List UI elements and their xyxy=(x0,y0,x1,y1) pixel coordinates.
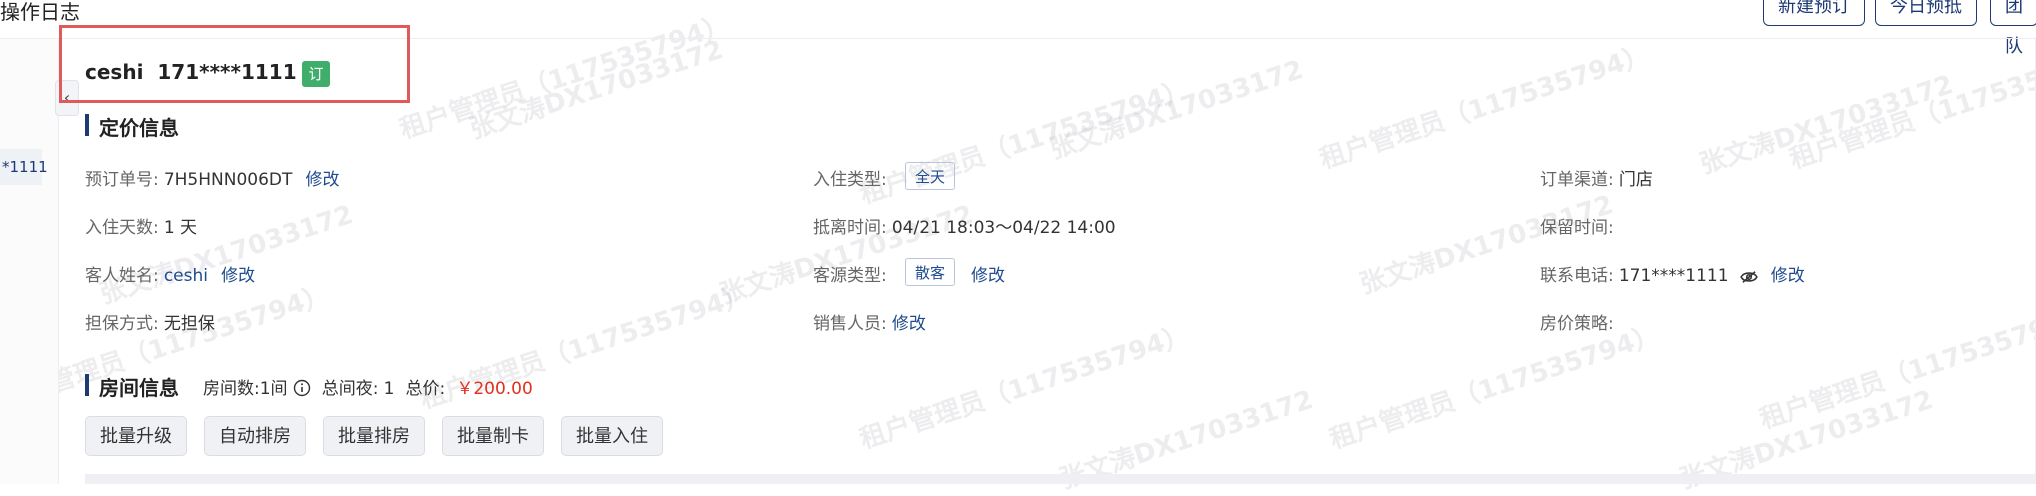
rate-policy-field: 房价策略: xyxy=(1540,309,1614,334)
watermark-text: 租户管理员（117535794） xyxy=(1756,300,2036,436)
arrive-depart-label: 抵离时间: xyxy=(813,218,887,238)
contact-phone-value: 171****1111 xyxy=(1618,266,1729,286)
info-icon[interactable] xyxy=(293,379,311,401)
nights-field: 入住天数: 1 天 xyxy=(85,213,197,238)
total-price-value: ￥200.00 xyxy=(456,379,533,399)
booking-no-field: 预订单号: 7H5HNN006DT 修改 xyxy=(85,165,339,190)
sales-field: 销售人员: 修改 xyxy=(813,309,926,334)
guest-name-field: 客人姓名: ceshi 修改 xyxy=(85,261,255,286)
watermark-text: 租户管理员（117535794） xyxy=(856,75,1194,211)
guest-name: ceshi xyxy=(85,60,144,84)
edit-contact-phone-link[interactable]: 修改 xyxy=(1771,266,1805,286)
batch-upgrade-button[interactable]: 批量升级 xyxy=(85,416,187,456)
source-type-label: 客源类型: xyxy=(813,266,887,286)
arrive-depart-value: 04/21 18:03～04/22 14:00 xyxy=(891,218,1116,238)
team-button[interactable]: 团队 xyxy=(1990,0,2036,57)
sales-label: 销售人员: xyxy=(813,314,887,334)
batch-assign-button[interactable]: 批量排房 xyxy=(323,416,425,456)
source-type-field: 客源类型: xyxy=(813,261,887,286)
watermark-text: 张文涛DX17033172 xyxy=(466,34,727,146)
room-count-value: 1间 xyxy=(259,379,288,399)
batch-card-button[interactable]: 批量制卡 xyxy=(442,416,544,456)
watermark-text: 张文涛DX17033172 xyxy=(1696,69,1957,181)
watermark-text: 张文涛DX17033172 xyxy=(96,199,357,311)
arrive-depart-field: 抵离时间: 04/21 18:03～04/22 14:00 xyxy=(813,213,1116,238)
left-rail: *1111 xyxy=(0,39,59,484)
room-count-label: 房间数: xyxy=(203,379,260,399)
new-booking-button[interactable]: 新建预订 xyxy=(1763,0,1865,26)
edit-booking-no-link[interactable]: 修改 xyxy=(305,170,339,190)
channel-field: 订单渠道: 门店 xyxy=(1540,165,1653,190)
watermark-text: 租户管理员（117535794） xyxy=(1326,320,1664,456)
guest-name-label: 客人姓名: xyxy=(85,266,159,286)
contact-phone-field: 联系电话: 171****1111 修改 xyxy=(1540,261,1805,288)
watermark-text: 张文涛DX17033172 xyxy=(716,199,977,311)
channel-label: 订单渠道: xyxy=(1540,170,1614,190)
page-title: 操作日志 xyxy=(0,0,80,24)
guest-header: ceshi 171****1111 xyxy=(85,60,323,87)
channel-value: 门店 xyxy=(1618,170,1653,190)
watermark-text: 租户管理员（117535794） xyxy=(1316,40,1654,176)
checkin-type-field: 入住类型: xyxy=(813,165,887,190)
guarantee-field: 担保方式: 无担保 xyxy=(85,309,215,334)
watermark-text: 租户管理员（117535794） xyxy=(1786,40,2036,176)
today-arrival-button[interactable]: 今日预抵 xyxy=(1875,0,1977,26)
section-marker xyxy=(85,114,89,136)
auto-assign-button[interactable]: 自动排房 xyxy=(204,416,306,456)
edit-sales-link[interactable]: 修改 xyxy=(892,314,926,334)
guarantee-label: 担保方式: xyxy=(85,314,159,334)
booking-status-badge: 订 xyxy=(302,61,330,87)
batch-checkin-button[interactable]: 批量入住 xyxy=(561,416,663,456)
total-nights-label: 总间夜: xyxy=(321,379,379,399)
nights-label: 入住天数: xyxy=(85,218,159,238)
checkin-type-tag: 全天 xyxy=(905,162,956,190)
booking-no-value: 7H5HNN006DT xyxy=(163,170,293,190)
booking-no-label: 预订单号: xyxy=(85,170,159,190)
guest-name-value[interactable]: ceshi xyxy=(164,266,208,286)
edit-source-type-link[interactable]: 修改 xyxy=(971,261,1005,286)
checkin-type-label: 入住类型: xyxy=(813,170,887,190)
guarantee-value: 无担保 xyxy=(163,314,215,334)
watermark-text: 租户管理员（117535794） xyxy=(856,320,1194,456)
total-nights-value: 1 xyxy=(383,379,395,399)
rooms-section-title: 房间信息 xyxy=(99,376,179,400)
nights-value: 1 天 xyxy=(163,218,198,238)
watermark-text: 张文涛DX17033172 xyxy=(1046,54,1307,166)
room-table-header xyxy=(85,474,2036,484)
rooms-summary: 房间数:1间 总间夜: 1 总价: ￥200.00 xyxy=(203,374,533,401)
pricing-section-title: 定价信息 xyxy=(99,116,179,140)
hold-time-field: 保留时间: xyxy=(1540,213,1614,238)
contact-phone-label: 联系电话: xyxy=(1540,266,1614,286)
hold-time-label: 保留时间: xyxy=(1540,218,1614,238)
rail-room-tag[interactable]: *1111 xyxy=(0,149,48,185)
section-marker xyxy=(85,374,89,396)
watermark-text: 租户管理员（117535794） xyxy=(396,10,734,146)
guest-phone: 171****1111 xyxy=(157,60,297,84)
eye-off-icon[interactable] xyxy=(1739,269,1758,288)
rate-policy-label: 房价策略: xyxy=(1540,314,1614,334)
edit-guest-name-link[interactable]: 修改 xyxy=(221,266,255,286)
total-price-label: 总价: xyxy=(405,379,446,399)
source-type-tag: 散客 xyxy=(905,258,956,286)
